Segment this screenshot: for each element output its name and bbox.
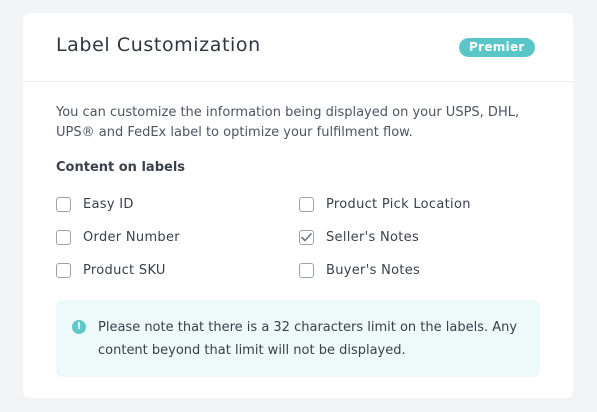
premier-badge: Premier [459, 38, 535, 57]
option-sellers-notes[interactable]: Seller's Notes [299, 227, 419, 247]
buyers-notes-checkbox[interactable] [299, 262, 314, 278]
buyers-notes-label: Buyer's Notes [326, 262, 421, 278]
order-number-checkbox[interactable] [56, 229, 71, 245]
option-product-sku[interactable]: Product SKU [56, 260, 166, 280]
easy-id-checkbox[interactable] [56, 196, 71, 212]
product-sku-checkbox[interactable] [56, 262, 71, 278]
sellers-notes-checkbox[interactable] [299, 229, 314, 245]
info-icon: ! [72, 320, 86, 334]
label-customization-card: Label Customization Premier You can cust… [23, 13, 573, 398]
easy-id-label: Easy ID [83, 196, 134, 212]
card-header: Label Customization Premier [23, 13, 573, 82]
option-buyers-notes[interactable]: Buyer's Notes [299, 260, 420, 280]
product-sku-label: Product SKU [83, 262, 166, 278]
option-order-number[interactable]: Order Number [56, 227, 180, 247]
checkmark-icon [301, 232, 312, 241]
option-easy-id[interactable]: Easy ID [56, 194, 134, 214]
order-number-label: Order Number [83, 229, 180, 245]
content-on-labels-heading: Content on labels [56, 160, 186, 175]
product-pick-location-label: Product Pick Location [326, 196, 471, 212]
product-pick-location-checkbox[interactable] [299, 196, 314, 212]
option-product-pick-location[interactable]: Product Pick Location [299, 194, 471, 214]
description-text: You can customize the information being … [56, 105, 520, 140]
character-limit-note: ! Please note that there is a 32 charact… [56, 300, 540, 377]
note-text: Please note that there is a 32 character… [98, 320, 518, 358]
card-title: Label Customization [56, 34, 261, 56]
sellers-notes-label: Seller's Notes [326, 229, 420, 245]
